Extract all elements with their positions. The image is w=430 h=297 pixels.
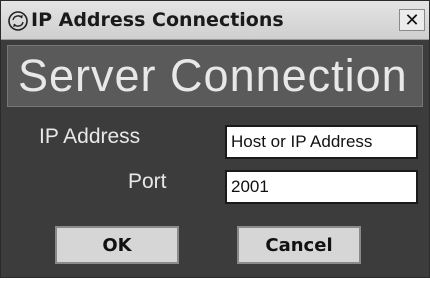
header-banner: Server Connection (7, 45, 423, 107)
port-label: Port (128, 170, 167, 193)
ip-address-label: IP Address (39, 125, 141, 148)
cancel-button-label: Cancel (265, 234, 333, 256)
cancel-button[interactable]: Cancel (237, 226, 361, 264)
ok-button[interactable]: OK (55, 226, 179, 264)
port-input[interactable]: 2001 (225, 170, 418, 204)
window-title: IP Address Connections (31, 9, 284, 31)
title-bar[interactable]: IP Address Connections ✕ (1, 1, 429, 40)
close-icon: ✕ (404, 9, 420, 31)
ip-address-input[interactable]: Host or IP Address (225, 125, 418, 159)
close-button[interactable]: ✕ (399, 9, 425, 31)
dialog-heading: Server Connection (18, 50, 408, 101)
network-connection-icon (7, 10, 29, 32)
ok-button-label: OK (102, 234, 132, 256)
ip-connections-dialog: IP Address Connections ✕ Server Connecti… (0, 0, 430, 278)
